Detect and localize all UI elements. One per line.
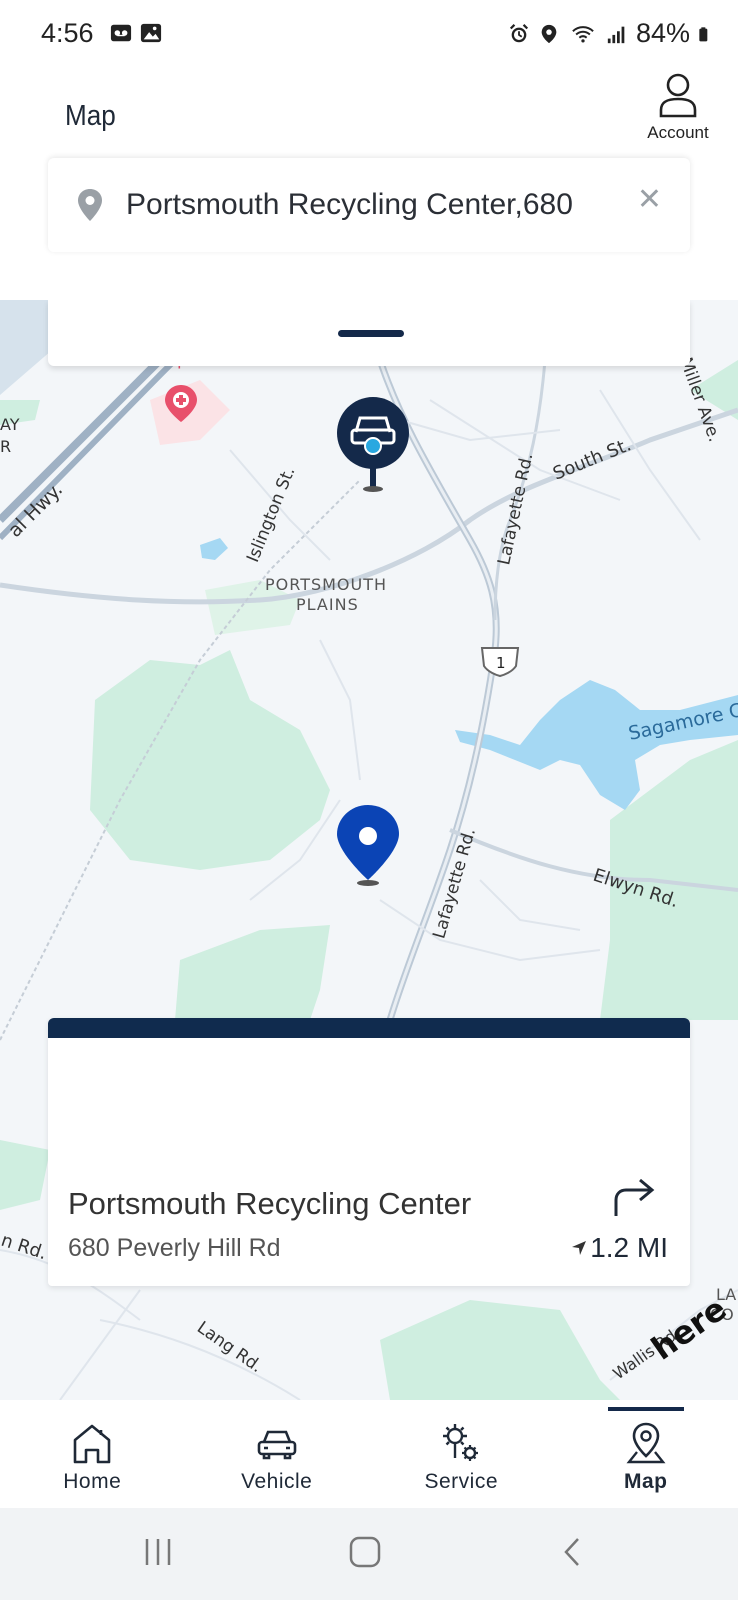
directions-icon[interactable] — [612, 1178, 656, 1218]
place-name: Portsmouth Recycling Center — [68, 1186, 472, 1221]
map-label-n-rd: n Rd. — [0, 1230, 49, 1264]
park-area — [90, 650, 330, 870]
nav-vehicle[interactable]: Vehicle — [185, 1400, 370, 1508]
bottom-navigation: Home Vehicle Service Map — [0, 1400, 738, 1508]
nav-map-label: Map — [624, 1470, 668, 1493]
nav-service-label: Service — [424, 1470, 499, 1493]
location-icon — [541, 24, 557, 43]
account-button[interactable]: Account — [646, 72, 710, 143]
account-label: Account — [647, 123, 709, 142]
park-area — [0, 1140, 50, 1210]
battery-level: 84% — [635, 18, 690, 48]
page-title: Map — [65, 100, 116, 132]
status-system-icons: 84% — [508, 18, 714, 49]
drawer-handle[interactable] — [338, 330, 404, 337]
park-area — [380, 1300, 620, 1400]
clear-search-button[interactable]: ✕ — [637, 182, 662, 217]
search-bar[interactable]: Portsmouth Recycling Center,680 ✕ — [48, 158, 690, 252]
location-pin-icon — [78, 189, 102, 221]
map-label-islington: Islington St. — [243, 464, 299, 565]
wifi-icon — [572, 25, 594, 43]
home-button[interactable] — [349, 1536, 381, 1568]
map-label-area-1: PORTSMOUTH — [265, 575, 387, 594]
car-icon — [257, 1430, 297, 1460]
park-area — [175, 925, 330, 1020]
header: Map Account Portsmouth Recycling Center,… — [0, 70, 738, 300]
navigation-arrow-icon — [572, 1241, 587, 1255]
gears-icon — [443, 1424, 479, 1461]
card-accent-bar — [48, 1018, 690, 1038]
image-icon — [140, 23, 162, 43]
active-tab-indicator — [607, 1407, 684, 1411]
place-address: 680 Peverly Hill Rd — [68, 1234, 281, 1262]
route-number: 1 — [496, 654, 506, 672]
distance: 1.2 MI — [571, 1232, 668, 1264]
map-label-area-2: PLAINS — [296, 595, 359, 614]
map-label-lang: Lang Rd. — [193, 1318, 266, 1377]
status-time: 4:56 — [41, 18, 94, 48]
nav-service[interactable]: Service — [369, 1400, 554, 1508]
account-icon — [659, 73, 697, 118]
drawer-card[interactable] — [48, 300, 690, 366]
route-1-shield: 1 — [480, 647, 520, 678]
nav-map[interactable]: Map — [554, 1400, 738, 1508]
water-area — [200, 538, 228, 560]
recent-apps-button[interactable] — [142, 1536, 174, 1568]
nav-home[interactable]: Home — [0, 1400, 185, 1508]
nav-home-label: Home — [63, 1470, 122, 1493]
map-pin-icon — [626, 1422, 666, 1464]
home-icon — [73, 1424, 111, 1464]
map-label-south: South St. — [550, 434, 634, 484]
status-notification-icons — [110, 22, 162, 44]
back-button[interactable] — [560, 1536, 584, 1568]
voicemail-icon — [110, 24, 132, 42]
distance-value: 1.2 MI — [590, 1232, 668, 1263]
map-label-r: R — [0, 437, 11, 456]
nav-vehicle-label: Vehicle — [241, 1470, 313, 1493]
search-input[interactable]: Portsmouth Recycling Center,680 — [126, 188, 662, 222]
map-label-ay: AY — [0, 415, 20, 434]
system-navigation-bar — [0, 1508, 738, 1600]
place-info-card[interactable]: Portsmouth Recycling Center 680 Peverly … — [48, 1018, 690, 1286]
battery-icon — [699, 26, 708, 41]
status-bar: 4:56 84% — [0, 0, 738, 70]
signal-icon — [607, 26, 625, 43]
destination-pin — [337, 805, 399, 886]
vehicle-location-pin — [337, 397, 409, 492]
alarm-icon — [509, 23, 529, 42]
map-label-lafayette-top: Lafayette Rd. — [494, 451, 537, 567]
